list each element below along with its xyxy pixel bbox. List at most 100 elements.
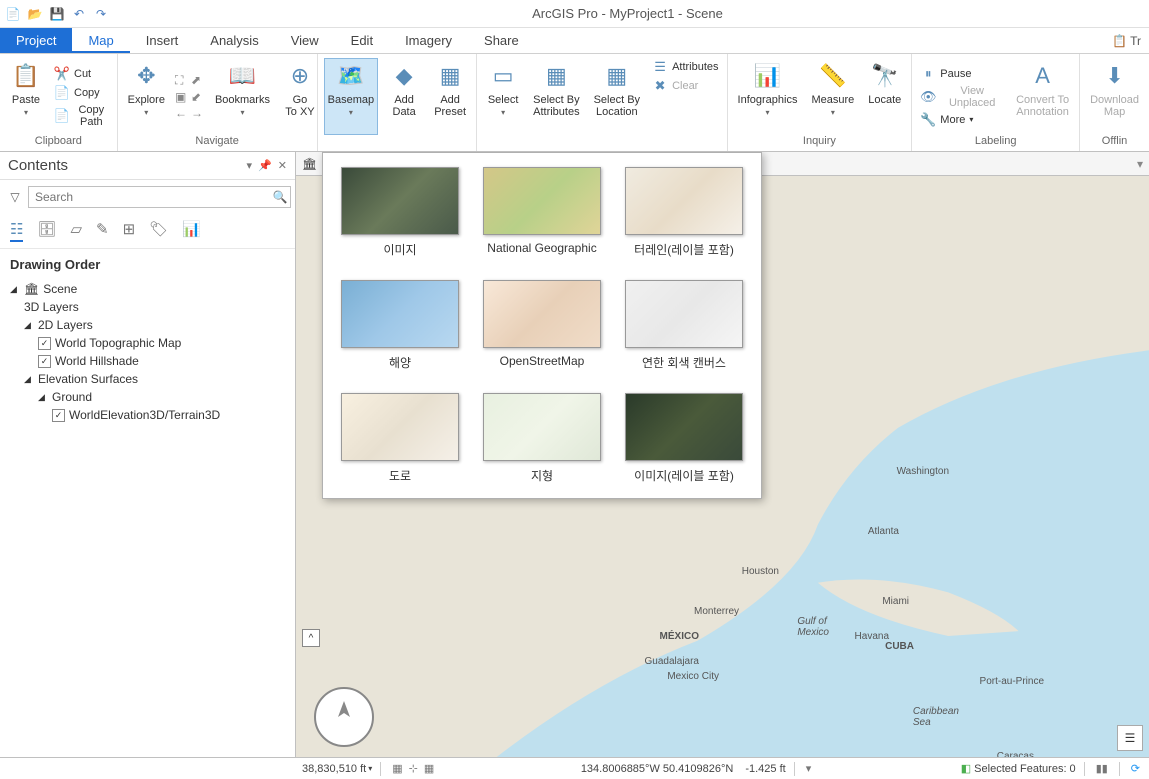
gotoxy-button[interactable]: ⊕ Go To XY [280,58,320,135]
select-by-loc-icon: ▦ [601,60,633,92]
list-charts-icon[interactable]: 📊 [182,220,201,242]
redo-icon[interactable]: ↷ [92,5,110,23]
pane-autohide-icon[interactable]: 📌 [258,159,272,172]
checkbox[interactable]: ✓ [38,355,51,368]
bookmarks-button[interactable]: 📖 Bookmarks ▾ [211,58,274,135]
pause-labeling-button[interactable]: ⏸Pause [918,65,1006,83]
navigator-compass[interactable] [314,687,374,747]
tree-2d-layers[interactable]: ◢2D Layers [10,316,285,334]
group-clipboard: Clipboard [6,135,111,150]
tab-project[interactable]: Project [0,28,72,53]
zoom-fixed-icon[interactable]: ▣ [175,90,189,104]
cut-icon: ✂️ [54,66,70,82]
paste-button[interactable]: 📋 Paste ▾ [6,58,46,135]
copy-button[interactable]: 📄Copy [52,84,111,102]
tree-elevation-surfaces[interactable]: ◢Elevation Surfaces [10,370,285,388]
download-map-button[interactable]: ⬇ Download Map [1086,58,1143,135]
map-tab-dropdown-icon[interactable]: ▾ [1137,157,1143,171]
tab-edit[interactable]: Edit [335,28,389,53]
snap-icon[interactable]: ⊹ [409,762,418,775]
selected-features-icon[interactable]: ◧ [961,762,971,775]
measure-icon: 📏 [817,60,849,92]
checkbox[interactable]: ✓ [52,409,65,422]
undo-icon[interactable]: ↶ [70,5,88,23]
clear-selection-button[interactable]: ✖Clear [650,77,720,95]
select-by-attr-icon: ▦ [540,60,572,92]
basemap-item-imagery-labels[interactable]: 이미지(레이블 포함) [621,393,747,484]
save-icon[interactable]: 💾 [48,5,66,23]
scale-options-icon[interactable]: ▦ [392,762,402,775]
infographics-button[interactable]: 📊 Infographics ▾ [734,58,802,135]
refresh-icon[interactable]: ⟳ [1131,762,1140,775]
locate-button[interactable]: 🔭 Locate [864,58,905,135]
map-label-gulf: Gulf of Mexico [797,616,829,638]
tree-scene[interactable]: ◢🏛Scene [10,280,285,298]
tab-insert[interactable]: Insert [130,28,195,53]
map-options-button[interactable]: ☰ [1117,725,1143,751]
tree-3d-layers[interactable]: 3D Layers [10,298,285,316]
group-selection [483,135,720,150]
right-truncated[interactable]: 📋 Tr [1104,28,1149,53]
checkbox[interactable]: ✓ [38,337,51,350]
add-preset-button[interactable]: ▦ Add Preset [430,58,470,135]
zoom-in-icon[interactable]: ⬈ [191,73,205,88]
tree-world-topo[interactable]: ✓World Topographic Map [10,334,285,352]
basemap-button[interactable]: 🗺️ Basemap ▾ [324,58,378,135]
coord-options-icon[interactable]: ▾ [806,762,812,775]
basemap-item-natgeo[interactable]: National Geographic [479,167,605,258]
basemap-item-streets[interactable]: 도로 [337,393,463,484]
basemap-item-osm[interactable]: OpenStreetMap [479,280,605,371]
copy-path-button[interactable]: 📄Copy Path [52,103,111,129]
more-labeling-button[interactable]: 🔧More▾ [918,111,1006,129]
convert-annotation-button[interactable]: A Convert To Annotation [1012,58,1073,135]
tree-ground[interactable]: ◢Ground [10,388,285,406]
attributes-button[interactable]: ☰Attributes [650,58,720,76]
pane-menu-icon[interactable]: ▾ [247,159,253,172]
prev-extent-icon[interactable]: ← [175,106,189,120]
basemap-item-oceans[interactable]: 해양 [337,280,463,371]
select-button[interactable]: ▭ Select ▾ [483,58,523,135]
expand-navigator-button[interactable]: ^ [302,629,320,647]
open-project-icon[interactable]: 📂 [26,5,44,23]
view-unplaced-button[interactable]: 👁View Unplaced [918,84,1006,110]
tab-map[interactable]: Map [72,28,129,53]
list-drawing-order-icon[interactable]: ☷ [10,220,23,242]
list-labeling-icon[interactable]: 🏷 [149,220,168,242]
filter-icon[interactable]: ▽ [6,190,24,204]
basemap-item-imagery[interactable]: 이미지 [337,167,463,258]
tab-view[interactable]: View [275,28,335,53]
next-extent-icon[interactable]: → [191,106,205,120]
tab-analysis[interactable]: Analysis [194,28,274,53]
list-editing-icon[interactable]: ✎ [96,220,109,242]
basemap-label: 이미지(레이블 포함) [634,467,734,484]
tree-terrain3d[interactable]: ✓WorldElevation3D/Terrain3D [10,406,285,424]
explore-button[interactable]: ✥ Explore ▾ [124,58,169,135]
basemap-label: 지형 [531,467,553,484]
select-by-attributes-button[interactable]: ▦ Select By Attributes [529,58,583,135]
locate-icon: 🔭 [869,60,901,92]
pause-drawing-icon[interactable]: ▮▮ [1096,762,1108,775]
contents-search-input[interactable] [28,186,291,208]
tab-share[interactable]: Share [468,28,535,53]
zoom-out-icon[interactable]: ⬋ [191,90,205,104]
bookmarks-icon: 📖 [226,60,258,92]
grid-icon[interactable]: ▦ [424,762,434,775]
basemap-item-terrain-labels[interactable]: 터레인(레이블 포함) [621,167,747,258]
select-by-location-button[interactable]: ▦ Select By Location [590,58,644,135]
view-unplaced-icon: 👁 [920,89,936,105]
zoom-full-icon[interactable]: ⛶ [175,73,189,88]
tab-imagery[interactable]: Imagery [389,28,468,53]
map-view[interactable]: 🏛 C ▾ Washington Atlanta Houston Monterr… [296,152,1149,757]
new-project-icon[interactable]: 📄 [4,5,22,23]
measure-button[interactable]: 📏 Measure ▾ [807,58,858,135]
list-source-icon[interactable]: 🗄 [37,220,56,242]
tree-world-hillshade[interactable]: ✓World Hillshade [10,352,285,370]
add-data-button[interactable]: ◆ Add Data [384,58,424,135]
cut-button[interactable]: ✂️Cut [52,65,111,83]
list-snapping-icon[interactable]: ⊞ [123,220,136,242]
basemap-item-topo[interactable]: 지형 [479,393,605,484]
status-scale[interactable]: 38,830,510 ft [302,763,366,775]
pane-close-icon[interactable]: ✕ [278,159,287,172]
basemap-item-light-gray[interactable]: 연한 회색 캔버스 [621,280,747,371]
list-selection-icon[interactable]: ▱ [71,220,83,242]
